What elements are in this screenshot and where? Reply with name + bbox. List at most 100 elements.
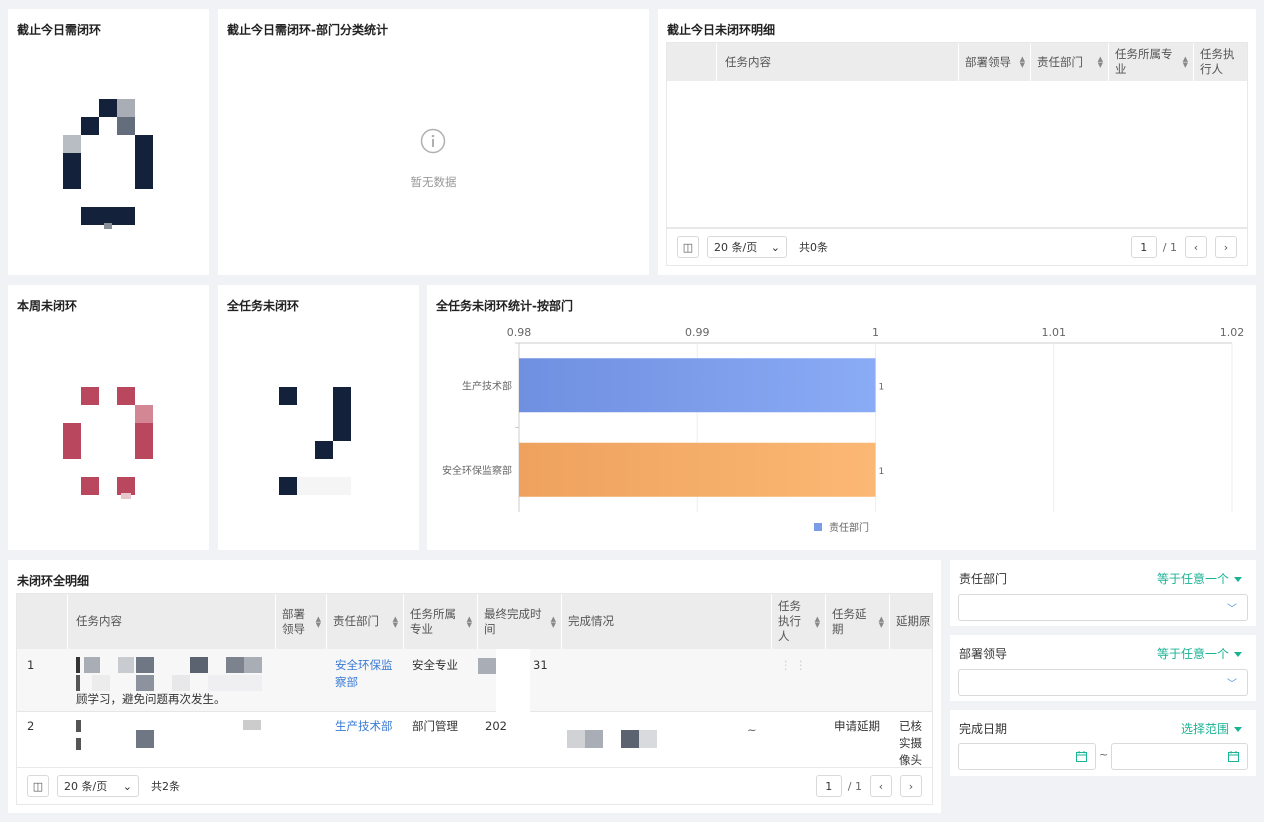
sort-icon[interactable]: ▲ ▼ — [393, 616, 398, 629]
card-title: 截止今日需闭环 — [17, 23, 102, 37]
chevron-down-icon: ⌄ — [122, 779, 132, 793]
col-leader-header[interactable]: 部署领导 ▲ ▼ — [276, 594, 327, 649]
filter-label: 部署领导 — [959, 647, 1008, 661]
redacted-block — [226, 657, 244, 673]
caret-down-icon — [1234, 727, 1242, 732]
col-leader-header[interactable]: 部署领导 ▲ ▼ — [959, 43, 1031, 81]
page-size-select[interactable]: 20 条/页 ⌄ — [707, 236, 787, 258]
dept-select[interactable]: ﹀ — [958, 594, 1248, 621]
col-time-header[interactable]: 最终完成时间 ▲ ▼ — [478, 594, 562, 649]
row-status-tilde: ~ — [747, 723, 757, 737]
col-index-header — [667, 43, 717, 81]
redacted-block — [244, 657, 262, 673]
x-tick-label: 0.99 — [685, 326, 710, 339]
table-row[interactable]: 1 顾学习，避免问题再次发生。 安全环保监察部 安全专业 31 ⋮ ⋮ — [17, 649, 932, 712]
row-time: 31 — [533, 658, 548, 672]
column-toggle-button[interactable]: ◫ — [677, 236, 699, 258]
category-label: 生产技术部 — [462, 379, 512, 392]
calendar-icon — [1228, 751, 1239, 762]
row-time: 202 — [485, 719, 507, 733]
all-unclosed-detail-card: 未闭环全明细 任务内容 部署领导 ▲ ▼ 责任部门 ▲ ▼ 任务所属专业 ▲ ▼ 最终完成时… — [8, 560, 941, 813]
row-executor: ⋮ ⋮ — [780, 658, 807, 672]
col-major-header[interactable]: 任务所属专业 ▲ ▼ — [404, 594, 478, 649]
col-content-header[interactable]: 任务内容 — [68, 594, 276, 649]
row-delay: 申请延期 — [834, 719, 880, 733]
sort-icon[interactable]: ▲ ▼ — [316, 616, 321, 629]
prev-page-button[interactable]: ‹ — [1185, 236, 1207, 258]
bar — [519, 442, 876, 497]
pagination: ◫ 20 条/页 ⌄ 共2条 1 / 1 ‹ › — [16, 767, 933, 805]
caret-down-icon — [1234, 577, 1242, 582]
filter-leader: 部署领导 等于任意一个 ﹀ — [950, 635, 1256, 701]
col-major-header[interactable]: 任务所属专业 ▲ ▼ — [1109, 43, 1194, 81]
redacted-block — [585, 730, 603, 748]
col-delay-header[interactable]: 任务延期 ▲ ▼ — [826, 594, 890, 649]
leader-select[interactable]: ﹀ — [958, 669, 1248, 696]
next-page-button[interactable]: › — [1215, 236, 1237, 258]
redacted-block — [76, 738, 81, 750]
sort-icon[interactable]: ▲ ▼ — [1183, 56, 1188, 69]
col-status-header[interactable]: 完成情况 — [562, 594, 772, 649]
filter-operator-dropdown[interactable]: 选择范围 — [1181, 720, 1242, 737]
next-page-button[interactable]: › — [900, 775, 922, 797]
sort-icon[interactable]: ▲ ▼ — [1020, 56, 1025, 69]
page-input[interactable]: 1 — [815, 775, 842, 797]
redacted-block — [621, 730, 639, 748]
filter-operator-dropdown[interactable]: 等于任意一个 — [1157, 645, 1242, 662]
date-start-input[interactable] — [958, 743, 1096, 770]
filter-dept: 责任部门 等于任意一个 ﹀ — [950, 560, 1256, 626]
table-row[interactable]: 2 生产技术部 部门管理 202 ~ 申请延期 已核实摄像头 — [17, 712, 932, 767]
redacted-block — [243, 720, 261, 730]
bar — [519, 358, 876, 413]
date-range-separator: ~ — [1099, 748, 1109, 761]
redacted-block — [136, 675, 154, 691]
date-end-input[interactable] — [1111, 743, 1248, 770]
detail-table: 任务内容 部署领导 ▲ ▼ 责任部门 ▲ ▼ 任务所属专业 ▲ ▼ 任务执行人 — [666, 42, 1248, 228]
page-total: / 1 — [847, 779, 862, 793]
x-tick-label: 1.02 — [1220, 326, 1245, 339]
sort-icon[interactable]: ▲ ▼ — [467, 616, 472, 629]
x-tick-label: 1.01 — [1042, 326, 1067, 339]
col-executor-header[interactable]: 任务执行人 ▲ ▼ — [772, 594, 826, 649]
page-input[interactable]: 1 — [1130, 236, 1157, 258]
redacted-block — [136, 730, 154, 748]
row-dept-link[interactable]: 生产技术部 — [335, 718, 393, 735]
total-count: 共2条 — [151, 780, 180, 793]
sort-icon[interactable]: ▲ ▼ — [1098, 56, 1103, 69]
row-dept-link[interactable]: 安全环保监察部 — [335, 657, 397, 691]
all-unclosed-card: 全任务未闭环 — [218, 285, 419, 550]
col-dept-header[interactable]: 责任部门 ▲ ▼ — [327, 594, 404, 649]
redacted-block — [136, 657, 154, 673]
col-executor-header[interactable]: 任务执行人 — [1194, 43, 1247, 81]
card-title: 截止今日未闭环明细 — [667, 23, 776, 37]
col-dept-header[interactable]: 责任部门 ▲ ▼ — [1031, 43, 1109, 81]
card-title: 未闭环全明细 — [17, 574, 90, 588]
redacted-block — [92, 675, 110, 691]
row-major: 安全专业 — [412, 658, 458, 672]
category-label: 安全环保监察部 — [442, 464, 512, 477]
data-label: 1 — [879, 382, 885, 392]
detail-table: 任务内容 部署领导 ▲ ▼ 责任部门 ▲ ▼ 任务所属专业 ▲ ▼ 最终完成时间 ▲ ▼ 完成情… — [16, 593, 933, 767]
redacted-block — [639, 730, 657, 748]
caret-down-icon — [1234, 652, 1242, 657]
row-reason: 已核实摄像头 — [899, 719, 922, 767]
legend-swatch — [814, 523, 822, 531]
filter-date: 完成日期 选择范围 ~ — [950, 710, 1256, 776]
col-reason-header[interactable]: 延期原 — [890, 594, 932, 649]
page-total: / 1 — [1162, 240, 1177, 254]
page-size-select[interactable]: 20 条/页 ⌄ — [57, 775, 139, 797]
sort-icon[interactable]: ▲ ▼ — [879, 616, 884, 629]
sort-icon[interactable]: ▲ ▼ — [815, 616, 820, 629]
col-content-header[interactable]: 任务内容 — [717, 43, 959, 81]
prev-page-button[interactable]: ‹ — [870, 775, 892, 797]
sort-icon[interactable]: ▲ ▼ — [551, 616, 556, 629]
filter-operator-dropdown[interactable]: 等于任意一个 — [1157, 570, 1242, 587]
empty-text: 暂无数据 — [410, 175, 457, 189]
card-title: 本周未闭环 — [17, 299, 78, 313]
all-unclosed-by-dept-card: 全任务未闭环统计-按部门 0.98 0.99 1 1.01 1.02 生产技术部 1 安全环… — [427, 285, 1256, 550]
redacted-block — [76, 675, 80, 691]
total-count: 共0条 — [799, 241, 828, 254]
redacted-block — [567, 730, 585, 748]
column-toggle-button[interactable]: ◫ — [27, 775, 49, 797]
info-icon — [420, 128, 446, 154]
